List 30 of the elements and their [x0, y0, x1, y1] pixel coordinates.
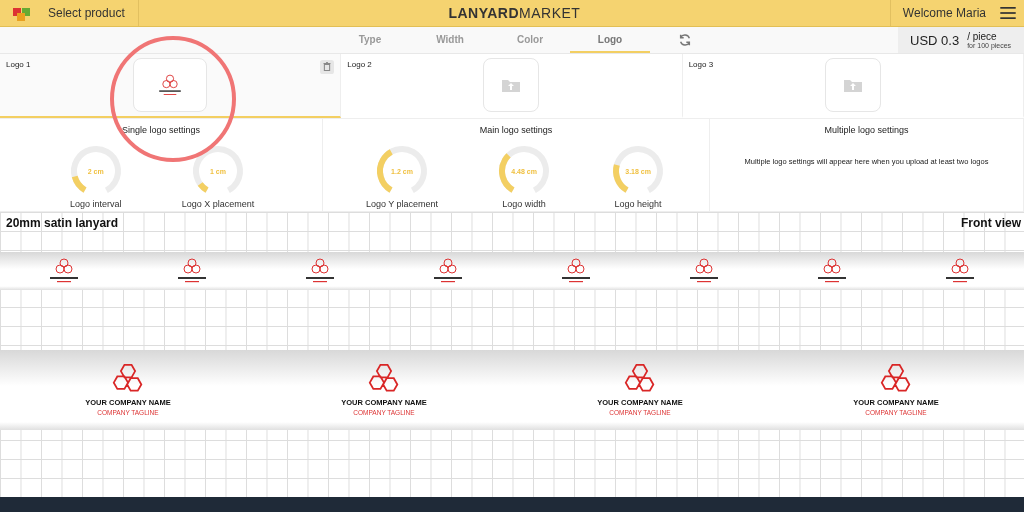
settings-title: Main logo settings — [479, 125, 553, 135]
folder-icon — [501, 77, 522, 93]
dial-label: Logo X placement — [181, 199, 255, 209]
slot-label: Logo 3 — [688, 60, 714, 69]
dial-label: Logo Y placement — [365, 199, 439, 209]
settings-title: Multiple logo settings — [824, 125, 909, 135]
welcome-text: Welcome Maria — [902, 6, 986, 20]
slot-label: Logo 2 — [347, 60, 372, 69]
settings-title: Single logo settings — [121, 125, 201, 135]
lanyard-title: 20mm satin lanyard — [6, 216, 119, 230]
dial-label: Logo width — [502, 199, 546, 209]
upload-box[interactable] — [824, 58, 881, 112]
logo-slot[interactable]: Logo 1 — [0, 54, 342, 118]
upload-box[interactable] — [483, 58, 540, 112]
blocks-logo-icon — [12, 5, 32, 21]
dial-label: Logo interval — [69, 199, 122, 209]
price-unit: / piece — [967, 31, 998, 42]
menu-icon[interactable] — [1000, 7, 1016, 19]
select-product-link[interactable]: Select product — [48, 6, 125, 20]
price-amount: USD 0.3 — [910, 32, 960, 48]
brand-logo: LANYARDMARKET — [448, 5, 581, 21]
dial-label: Logo height — [614, 199, 662, 209]
folder-icon — [842, 77, 863, 93]
view-label: Front view — [961, 216, 1021, 230]
refresh-icon[interactable] — [678, 33, 692, 47]
tab[interactable]: Logo — [570, 27, 650, 53]
trash-icon[interactable] — [320, 60, 335, 74]
slot-label: Logo 1 — [6, 60, 31, 69]
logo-slot[interactable]: Logo 3 — [682, 54, 1024, 118]
logo-slot[interactable]: Logo 2 — [341, 54, 683, 118]
